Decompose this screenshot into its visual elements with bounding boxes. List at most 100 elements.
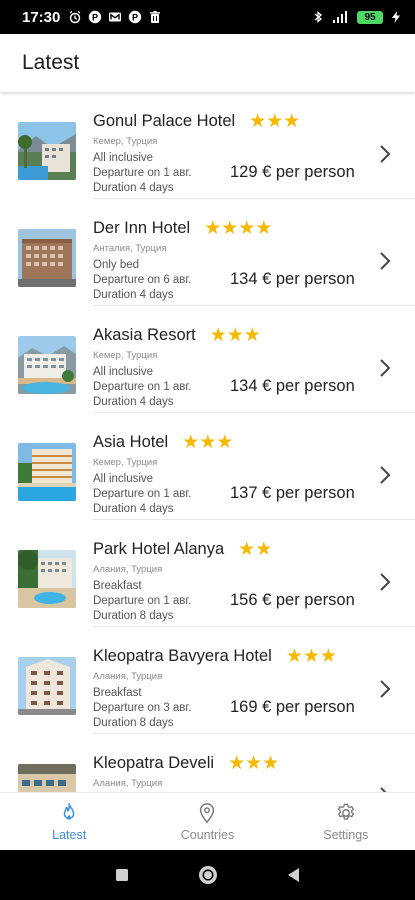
hotel-location: Алания, Турция (93, 778, 163, 789)
hotel-photo (18, 122, 76, 180)
hotel-list-item[interactable]: Asia Hotel ★★★ Кемер, Турция All inclusi… (0, 413, 415, 520)
hotel-duration: Duration 8 days (93, 610, 174, 622)
app-bar: Latest (0, 34, 415, 92)
chevron-right-icon[interactable] (378, 464, 392, 486)
hotel-meal-plan: All inclusive (93, 366, 154, 378)
hotel-list-item[interactable]: Kleopatra Develi ★★★ Алания, Турция (0, 734, 415, 792)
gear-icon (337, 803, 354, 820)
nav-label-settings: Settings (323, 827, 369, 842)
hotel-duration: Duration 4 days (93, 396, 174, 408)
hotel-meal-plan: All inclusive (93, 473, 154, 485)
hotel-stars: ★★★ (228, 753, 280, 774)
hotel-price: 129 € per person (230, 163, 355, 181)
hotel-list[interactable]: Gonul Palace Hotel ★★★ Кемер, Турция All… (0, 92, 415, 792)
hotel-price: 169 € per person (230, 698, 355, 716)
nav-tab-latest[interactable]: Latest (0, 793, 138, 850)
status-right-icons: 95 (311, 10, 403, 24)
hotel-title-row: Park Hotel Alanya ★★ (93, 540, 272, 559)
hotel-name: Kleopatra Develi (93, 754, 215, 772)
hotel-price: 134 € per person (230, 377, 355, 395)
trash-icon (148, 10, 162, 24)
hotel-name: Asia Hotel (93, 433, 169, 451)
hotel-meal-plan: Breakfast (93, 687, 142, 699)
location-pin-icon (200, 802, 215, 823)
status-left-icons: P P (68, 10, 162, 24)
nav-tab-countries[interactable]: Countries (138, 793, 276, 850)
hotel-title-row: Akasia Resort ★★★ (93, 326, 261, 345)
hotel-name: Gonul Palace Hotel (93, 112, 236, 130)
parking-p-icon: P (128, 10, 142, 24)
hotel-title-row: Kleopatra Develi ★★★ (93, 754, 279, 773)
hotel-stars: ★★★ (209, 325, 261, 346)
hotel-stars: ★★ (238, 539, 273, 560)
hotel-title-row: Gonul Palace Hotel ★★★ (93, 112, 300, 131)
hotel-departure: Departure on 3 авг. (93, 702, 192, 714)
hotel-list-item[interactable]: Park Hotel Alanya ★★ Алания, Турция Brea… (0, 520, 415, 627)
hotel-name: Der Inn Hotel (93, 219, 191, 237)
hotel-meal-plan: Breakfast (93, 580, 142, 592)
hotel-duration: Duration 8 days (93, 717, 174, 729)
status-bar: 17:30 P P 95 (0, 0, 415, 34)
hotel-departure: Departure on 1 авг. (93, 488, 192, 500)
nav-tab-settings[interactable]: Settings (277, 793, 415, 850)
hotel-list-item[interactable]: Akasia Resort ★★★ Кемер, Турция All incl… (0, 306, 415, 413)
hotel-stars: ★★★★ (204, 218, 273, 239)
battery-icon: 95 (357, 10, 383, 24)
hotel-departure: Departure on 1 авг. (93, 167, 192, 179)
home-circle-icon[interactable] (196, 863, 220, 887)
hotel-photo (18, 764, 76, 792)
hotel-location: Анталия, Турция (93, 243, 167, 254)
flame-icon (63, 802, 75, 820)
hotel-price: 134 € per person (230, 270, 355, 288)
chevron-right-icon[interactable] (378, 571, 392, 593)
chevron-right-icon[interactable] (378, 785, 392, 792)
chevron-right-icon[interactable] (378, 678, 392, 700)
hotel-location: Кемер, Турция (93, 136, 158, 147)
hotel-location: Кемер, Турция (93, 350, 158, 361)
svg-text:P: P (92, 13, 98, 23)
hotel-title-row: Der Inn Hotel ★★★★ (93, 219, 272, 238)
hotel-meal-plan: Only bed (93, 259, 140, 271)
back-triangle-icon[interactable] (282, 863, 306, 887)
hotel-title-row: Asia Hotel ★★★ (93, 433, 233, 452)
page-title: Latest (22, 51, 80, 74)
hotel-list-item[interactable]: Kleopatra Bavyera Hotel ★★★ Алания, Турц… (0, 627, 415, 734)
hotel-photo (18, 657, 76, 715)
hotel-list-item[interactable]: Gonul Palace Hotel ★★★ Кемер, Турция All… (0, 92, 415, 199)
hotel-departure: Departure on 1 авг. (93, 381, 192, 393)
alarm-icon (68, 10, 82, 24)
recents-square-icon[interactable] (110, 863, 134, 887)
hotel-departure: Departure on 1 авг. (93, 595, 192, 607)
nav-label-countries: Countries (180, 827, 235, 842)
parking-p-icon: P (88, 10, 102, 24)
signal-icon (331, 10, 351, 24)
svg-text:P: P (132, 13, 138, 23)
hotel-stars: ★★★ (249, 111, 301, 132)
system-navigation-bar (0, 850, 415, 900)
charging-icon (389, 10, 403, 24)
hotel-photo (18, 229, 76, 287)
bluetooth-icon (311, 10, 325, 24)
chevron-right-icon[interactable] (378, 250, 392, 272)
hotel-price: 137 € per person (230, 484, 355, 502)
bottom-navigation: Latest Countries Settings (0, 792, 415, 850)
hotel-name: Akasia Resort (93, 326, 196, 344)
chevron-right-icon[interactable] (378, 143, 392, 165)
hotel-name: Park Hotel Alanya (93, 540, 225, 558)
hotel-meal-plan: All inclusive (93, 152, 154, 164)
hotel-duration: Duration 4 days (93, 182, 174, 194)
hotel-price: 156 € per person (230, 591, 355, 609)
hotel-stars: ★★★ (285, 646, 337, 667)
hotel-photo (18, 336, 76, 394)
hotel-list-item[interactable]: Der Inn Hotel ★★★★ Анталия, Турция Only … (0, 199, 415, 306)
nav-label-latest: Latest (52, 827, 87, 842)
hotel-photo (18, 443, 76, 501)
status-time: 17:30 (22, 8, 61, 26)
hotel-title-row: Kleopatra Bavyera Hotel ★★★ (93, 647, 337, 666)
mail-m-icon (108, 10, 122, 24)
hotel-departure: Departure on 6 авг. (93, 274, 192, 286)
hotel-location: Алания, Турция (93, 671, 163, 682)
hotel-duration: Duration 4 days (93, 503, 174, 515)
chevron-right-icon[interactable] (378, 357, 392, 379)
hotel-location: Кемер, Турция (93, 457, 158, 468)
